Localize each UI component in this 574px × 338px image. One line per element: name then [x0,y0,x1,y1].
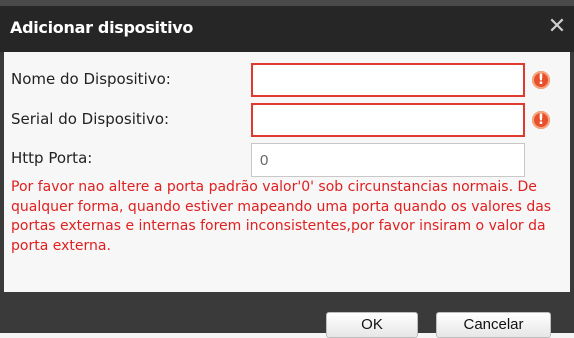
device-serial-input[interactable] [251,103,525,137]
close-icon[interactable]: ✕ [546,16,568,38]
error-icon: ! [532,111,550,129]
http-port-input[interactable] [251,143,525,177]
cancel-button[interactable]: Cancelar [436,312,551,338]
ok-button[interactable]: OK [326,312,418,338]
device-serial-label: Serial do Dispositivo: [11,110,170,128]
device-name-input[interactable] [251,63,525,97]
dialog-title: Adicionar dispositivo [10,18,194,37]
http-port-label: Http Porta: [11,149,93,167]
port-warning-text: Por favor nao altere a porta padrão valo… [11,179,552,254]
add-device-dialog: Adicionar dispositivo ✕ Nome do Disposit… [0,0,574,338]
device-name-label: Nome do Dispositivo: [11,70,171,88]
dialog-content: Nome do Dispositivo: ! Serial do Disposi… [4,52,570,292]
dialog-titlebar: Adicionar dispositivo ✕ [0,6,574,52]
error-icon: ! [532,71,550,89]
